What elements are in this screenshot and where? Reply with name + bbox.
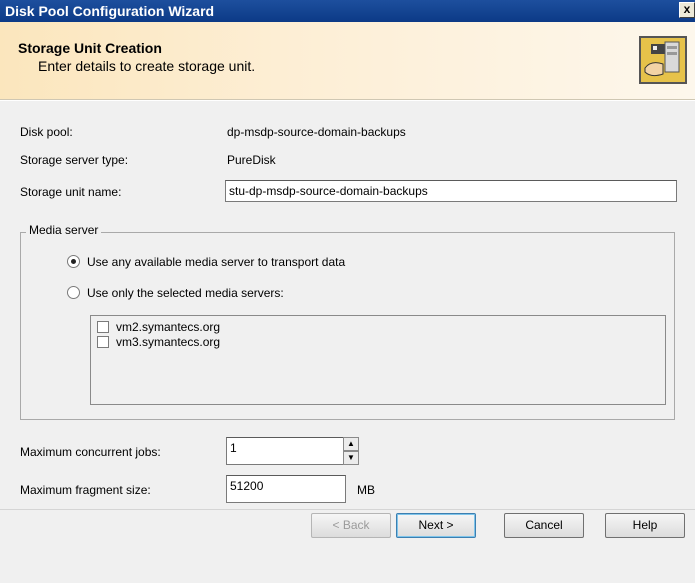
max-fragment-input[interactable]: 51200 (226, 475, 346, 503)
cancel-button[interactable]: Cancel (504, 513, 584, 538)
server-name: vm3.symantecs.org (116, 335, 221, 349)
back-button[interactable]: < Back (311, 513, 391, 538)
spin-down-icon[interactable]: ▼ (343, 451, 359, 465)
radio-selected-media-servers[interactable] (67, 286, 80, 299)
radio-selected-label: Use only the selected media servers: (87, 286, 284, 300)
media-server-group-label: Media server (26, 223, 102, 237)
header-subtitle: Enter details to create storage unit. (38, 58, 256, 74)
server-type-value: PureDisk (227, 153, 276, 167)
unit-name-label: Storage unit name: (20, 185, 122, 199)
disk-pool-label: Disk pool: (20, 125, 73, 139)
spin-up-icon[interactable]: ▲ (343, 437, 359, 451)
max-jobs-spinner[interactable]: ▲ ▼ (343, 437, 359, 465)
wizard-header: Storage Unit Creation Enter details to c… (0, 22, 695, 100)
window-titlebar: Disk Pool Configuration Wizard x (0, 0, 695, 22)
server-checkbox[interactable] (97, 321, 109, 333)
media-server-list[interactable]: vm2.symantecs.org vm3.symantecs.org (90, 315, 666, 405)
header-title: Storage Unit Creation (18, 40, 162, 56)
window-title: Disk Pool Configuration Wizard (5, 3, 215, 19)
unit-name-input[interactable]: stu-dp-msdp-source-domain-backups (225, 180, 677, 202)
fragment-unit-label: MB (357, 483, 375, 497)
wizard-content: Disk pool: dp-msdp-source-domain-backups… (0, 101, 695, 509)
disk-pool-value: dp-msdp-source-domain-backups (227, 125, 406, 139)
server-type-label: Storage server type: (20, 153, 129, 167)
storage-wizard-icon (639, 36, 687, 84)
server-checkbox[interactable] (97, 336, 109, 348)
radio-any-label: Use any available media server to transp… (87, 255, 346, 269)
radio-any-media-server[interactable] (67, 255, 80, 268)
max-jobs-label: Maximum concurrent jobs: (20, 445, 161, 459)
server-name: vm2.symantecs.org (116, 320, 221, 334)
next-button[interactable]: Next > (396, 513, 476, 538)
close-button[interactable]: x (679, 2, 695, 18)
max-fragment-label: Maximum fragment size: (20, 483, 151, 497)
max-jobs-input[interactable]: 1 (226, 437, 344, 465)
help-button[interactable]: Help (605, 513, 685, 538)
